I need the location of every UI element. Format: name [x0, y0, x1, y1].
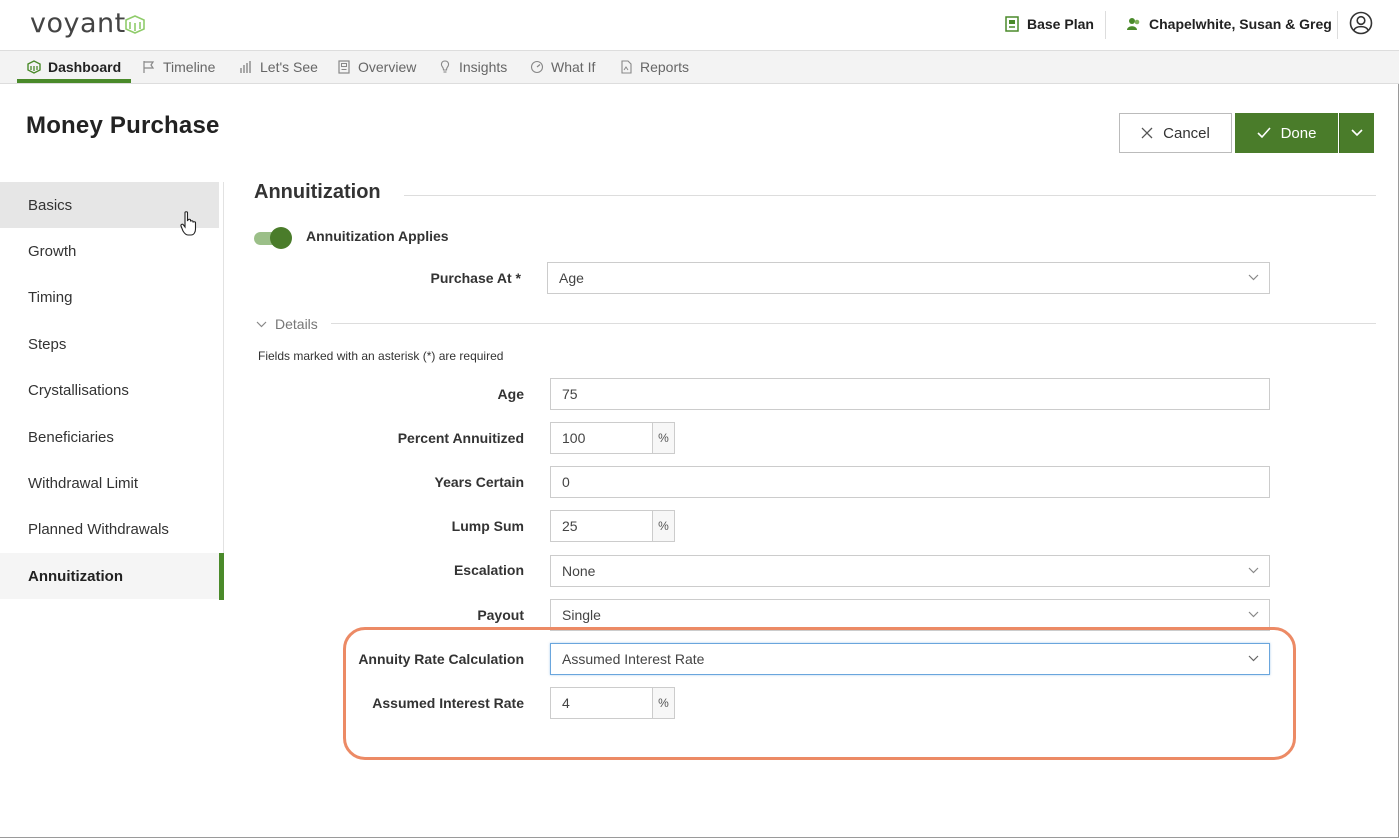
- page-title: Money Purchase: [26, 112, 220, 139]
- main-nav: Dashboard Timeline Let's See Overview In…: [0, 50, 1399, 84]
- sidebar-item-withdrawal-limit[interactable]: Withdrawal Limit: [0, 460, 219, 506]
- tab-label: Overview: [358, 59, 417, 75]
- payout-value: Single: [562, 607, 601, 623]
- tab-lets-see[interactable]: Let's See: [239, 51, 318, 83]
- active-tab-indicator: [17, 79, 131, 83]
- details-divider: [331, 323, 1376, 324]
- done-button[interactable]: Done: [1235, 113, 1338, 153]
- overview-icon: [338, 60, 350, 74]
- tab-label: Let's See: [260, 59, 318, 75]
- sidebar-item-crystallisations[interactable]: Crystallisations: [0, 367, 219, 413]
- close-icon: [1141, 127, 1153, 139]
- sidebar-item-label: Growth: [28, 242, 77, 260]
- lump-sum-label: Lump Sum: [451, 518, 524, 534]
- sidebar-item-steps[interactable]: Steps: [0, 321, 219, 367]
- percent-annuitized-input[interactable]: 100: [550, 422, 653, 454]
- chevron-down-icon: [1351, 129, 1363, 137]
- percent-annuitized-label: Percent Annuitized: [397, 430, 524, 446]
- check-icon: [1256, 127, 1271, 139]
- percent-annuitized-value: 100: [562, 430, 586, 446]
- sidebar-item-timing[interactable]: Timing: [0, 274, 219, 320]
- tab-label: Dashboard: [48, 59, 122, 75]
- age-label: Age: [497, 386, 524, 402]
- sidebar-item-label: Basics: [28, 196, 73, 214]
- age-value: 75: [562, 386, 578, 402]
- highlight-annotation: [343, 627, 1296, 760]
- section-divider: [404, 195, 1376, 196]
- escalation-label: Escalation: [453, 562, 524, 578]
- done-label: Done: [1280, 124, 1317, 142]
- percent-suffix: %: [652, 422, 675, 454]
- plan-selector[interactable]: Base Plan: [1005, 16, 1094, 32]
- escalation-select[interactable]: None: [550, 555, 1270, 587]
- sidebar-item-label: Withdrawal Limit: [28, 474, 139, 492]
- sidebar-item-label: Crystallisations: [28, 381, 129, 399]
- dashboard-icon: [27, 60, 41, 74]
- years-certain-input[interactable]: 0: [550, 466, 1270, 498]
- percent-suffix: %: [652, 510, 675, 542]
- client-selector[interactable]: Chapelwhite, Susan & Greg: [1127, 16, 1332, 32]
- annuitization-toggle[interactable]: [254, 227, 292, 249]
- tab-overview[interactable]: Overview: [337, 51, 416, 83]
- sidebar-item-label: Beneficiaries: [28, 428, 114, 446]
- payout-label: Payout: [477, 607, 524, 623]
- gauge-icon: [530, 60, 544, 74]
- age-input[interactable]: 75: [550, 378, 1270, 410]
- app-window: voyant Base Plan Chapelwhite, Susan & Gr…: [0, 0, 1399, 838]
- sidebar-item-label: Steps: [28, 335, 67, 353]
- tab-label: Insights: [459, 59, 508, 75]
- sidebar-item-label: Annuitization: [28, 567, 123, 585]
- escalation-value: None: [562, 563, 596, 579]
- flag-icon: [143, 61, 155, 73]
- header-divider: [1105, 11, 1106, 39]
- purchase-at-value: Age: [559, 270, 584, 286]
- sidebar-item-planned-withdrawals[interactable]: Planned Withdrawals: [0, 506, 219, 552]
- details-label: Details: [275, 316, 318, 332]
- sidebar-item-label: Planned Withdrawals: [28, 520, 169, 538]
- chevron-down-icon: [1248, 274, 1259, 281]
- plan-icon: [1005, 16, 1019, 32]
- plan-name: Base Plan: [1027, 16, 1094, 32]
- lightbulb-icon: [440, 60, 450, 73]
- purchase-at-label: Purchase At *: [430, 270, 521, 286]
- logo-mark-icon: [125, 15, 145, 34]
- tab-label: Timeline: [163, 59, 216, 75]
- bar-chart-icon: [240, 61, 251, 73]
- sidebar-item-label: Timing: [28, 288, 73, 306]
- client-icon: [1127, 18, 1140, 30]
- done-dropdown-button[interactable]: [1339, 113, 1374, 153]
- user-account-icon[interactable]: [1349, 11, 1373, 35]
- lump-sum-value: 25: [562, 518, 578, 534]
- toggle-label: Annuitization Applies: [306, 228, 449, 244]
- cancel-label: Cancel: [1163, 124, 1210, 142]
- sidebar-item-beneficiaries[interactable]: Beneficiaries: [0, 414, 219, 460]
- section-title: Annuitization: [254, 181, 381, 203]
- details-collapse-toggle[interactable]: Details: [256, 316, 318, 332]
- top-bar: voyant Base Plan Chapelwhite, Susan & Gr…: [0, 0, 1399, 50]
- client-name: Chapelwhite, Susan & Greg: [1149, 16, 1332, 32]
- tab-timeline[interactable]: Timeline: [142, 51, 215, 83]
- tab-label: Reports: [640, 59, 690, 75]
- chevron-down-icon: [1248, 611, 1259, 618]
- toggle-knob: [270, 227, 292, 249]
- hand-cursor-icon: [180, 211, 197, 236]
- report-icon: [621, 60, 632, 74]
- years-certain-value: 0: [562, 474, 570, 490]
- sidebar-item-annuitization[interactable]: Annuitization: [0, 553, 224, 599]
- required-note: Fields marked with an asterisk (*) are r…: [258, 349, 504, 363]
- cancel-button[interactable]: Cancel: [1119, 113, 1232, 153]
- tab-insights[interactable]: Insights: [438, 51, 507, 83]
- tab-label: What If: [551, 59, 596, 75]
- tab-reports[interactable]: Reports: [619, 51, 689, 83]
- header-divider: [1337, 11, 1338, 39]
- logo: voyant: [30, 8, 126, 39]
- chevron-down-icon: [256, 321, 267, 327]
- section-sidebar: Basics Growth Timing Steps Crystallisati…: [0, 182, 224, 600]
- years-certain-label: Years Certain: [434, 474, 525, 490]
- chevron-down-icon: [1248, 567, 1259, 574]
- purchase-at-select[interactable]: Age: [547, 262, 1270, 294]
- tab-what-if[interactable]: What If: [530, 51, 595, 83]
- lump-sum-input[interactable]: 25: [550, 510, 653, 542]
